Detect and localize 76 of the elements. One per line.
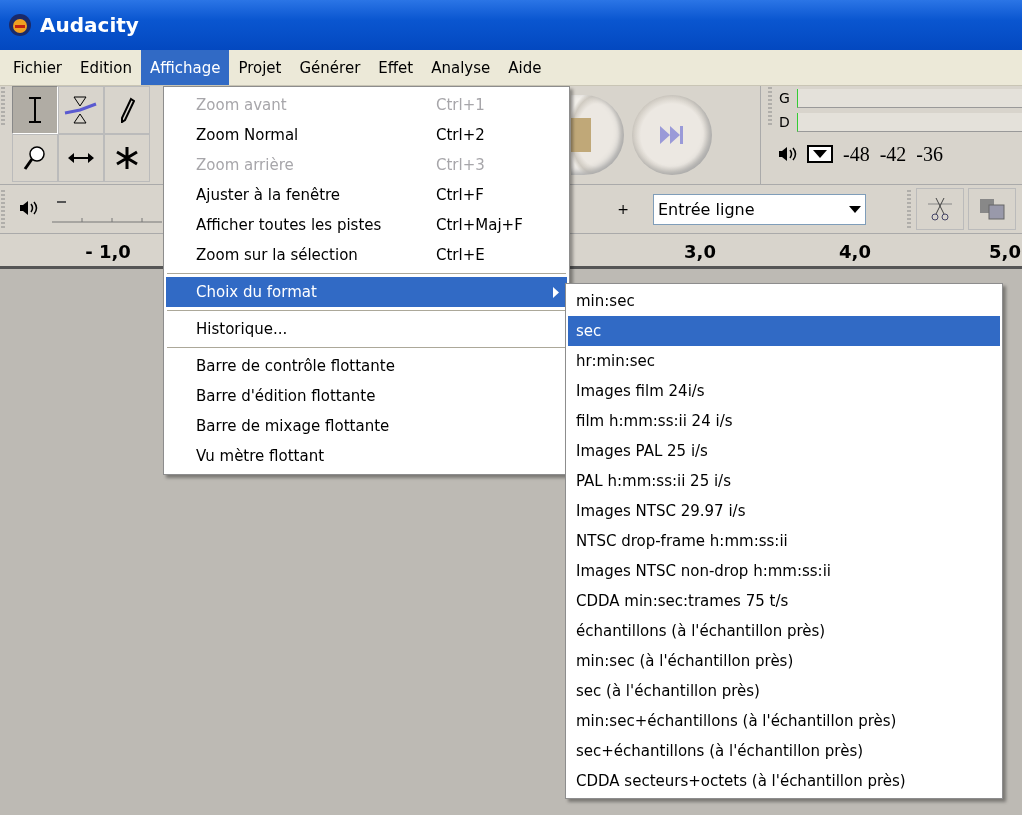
meter-tick-label: -42 bbox=[879, 142, 907, 166]
speaker-icon bbox=[20, 200, 38, 215]
menu-bar-item[interactable]: Aide bbox=[499, 50, 551, 85]
tool-button[interactable] bbox=[12, 86, 58, 134]
menu-item[interactable]: PAL h:mm:ss:ii 25 i/s bbox=[568, 466, 1000, 496]
cut-button[interactable] bbox=[916, 188, 964, 230]
menu-bar-item[interactable]: Analyse bbox=[422, 50, 500, 85]
menu-item[interactable]: min:sec+échantillons (à l'échantillon près) bbox=[568, 706, 1000, 736]
menu-item[interactable]: min:sec bbox=[568, 286, 1000, 316]
menu-item[interactable]: Barre de contrôle flottante bbox=[166, 351, 567, 381]
menu-item[interactable]: Barre de mixage flottante bbox=[166, 411, 567, 441]
stop-button[interactable] bbox=[571, 95, 624, 175]
menu-bar-item[interactable]: Projet bbox=[229, 50, 291, 85]
menu-item[interactable]: Vu mètre flottant bbox=[166, 441, 567, 471]
pencil-icon bbox=[119, 97, 135, 123]
menu-bar-item[interactable]: Edition bbox=[71, 50, 141, 85]
menu-item[interactable]: sec (à l'échantillon près) bbox=[568, 676, 1000, 706]
submenu-arrow-icon bbox=[553, 286, 559, 298]
envelope-icon bbox=[64, 95, 98, 125]
magnifier-icon bbox=[23, 145, 47, 171]
menu-item[interactable]: Ajuster à la fenêtre Ctrl+F bbox=[166, 180, 567, 210]
menu-item[interactable]: sec bbox=[568, 316, 1000, 346]
menu-item[interactable]: Zoom Normal Ctrl+2 bbox=[166, 120, 567, 150]
menu-item[interactable]: Images film 24i/s bbox=[568, 376, 1000, 406]
menu-item[interactable]: Zoom sur la sélection Ctrl+E bbox=[166, 240, 567, 270]
meter-tick-label: -36 bbox=[916, 142, 943, 166]
menu-item[interactable]: échantillons (à l'échantillon près) bbox=[568, 616, 1000, 646]
skip-end-icon bbox=[660, 126, 684, 144]
app-logo-icon bbox=[8, 13, 32, 37]
stop-icon bbox=[571, 118, 591, 152]
menu-item[interactable]: Images PAL 25 i/s bbox=[568, 436, 1000, 466]
menu-bar-item[interactable]: Générer bbox=[290, 50, 370, 85]
copy-icon bbox=[979, 198, 1005, 220]
ibeam-icon bbox=[26, 96, 44, 124]
meter-menu-button[interactable] bbox=[807, 145, 833, 163]
menu-bar-item[interactable]: Effet bbox=[369, 50, 423, 85]
meter-tick-label: -48 bbox=[843, 142, 870, 166]
menu-item[interactable]: Images NTSC 29.97 i/s bbox=[568, 496, 1000, 526]
menu-item[interactable]: min:sec (à l'échantillon près) bbox=[568, 646, 1000, 676]
ruler-label: - 1,0 bbox=[85, 241, 131, 262]
plus-label: + bbox=[616, 201, 630, 217]
menu-bar-item[interactable]: Affichage bbox=[140, 50, 230, 85]
menu-item[interactable]: hr:min:sec bbox=[568, 346, 1000, 376]
caret-icon bbox=[849, 205, 861, 213]
ruler-label: 3,0 bbox=[684, 241, 716, 262]
menu-item[interactable]: Images NTSC non-drop h:mm:ss:ii bbox=[568, 556, 1000, 586]
menu-bar-item[interactable]: Fichier bbox=[4, 50, 72, 85]
menu-item[interactable]: film h:mm:ss:ii 24 i/s bbox=[568, 406, 1000, 436]
scissors-icon bbox=[928, 196, 952, 222]
menu-item[interactable]: CDDA secteurs+octets (à l'échantillon près) bbox=[568, 766, 1000, 796]
menu-item[interactable]: Choix du format bbox=[166, 277, 567, 307]
menu-item[interactable]: Barre d'édition flottante bbox=[166, 381, 567, 411]
double-arrow-icon bbox=[68, 152, 94, 164]
grip-icon[interactable] bbox=[767, 86, 773, 126]
window-title: Audacity bbox=[40, 13, 139, 37]
tool-button[interactable] bbox=[104, 86, 150, 134]
speaker-icon bbox=[779, 147, 797, 161]
ruler-label: 5,0 bbox=[989, 241, 1021, 262]
menu-item[interactable]: CDDA min:sec:trames 75 t/s bbox=[568, 586, 1000, 616]
ruler-label: 4,0 bbox=[839, 241, 871, 262]
meter-channel-label: G bbox=[779, 90, 791, 106]
menu-item[interactable]: Afficher toutes les pistes Ctrl+Maj+F bbox=[166, 210, 567, 240]
copy-button[interactable] bbox=[968, 188, 1016, 230]
grip-icon[interactable] bbox=[0, 189, 6, 229]
grip-icon[interactable] bbox=[0, 86, 6, 126]
asterisk-icon bbox=[115, 146, 139, 170]
input-source-dropdown[interactable]: Entrée ligne bbox=[653, 193, 866, 225]
grip-icon[interactable] bbox=[906, 189, 912, 229]
menu-item[interactable]: NTSC drop-frame h:mm:ss:ii bbox=[568, 526, 1000, 556]
tool-button[interactable] bbox=[12, 134, 58, 182]
caret-icon bbox=[813, 150, 827, 158]
menu-item[interactable]: sec+échantillons (à l'échantillon près) bbox=[568, 736, 1000, 766]
tool-button[interactable] bbox=[104, 134, 150, 182]
meter-channel-label: D bbox=[779, 114, 791, 130]
tool-button[interactable] bbox=[58, 134, 104, 182]
menu-item[interactable]: Historique... bbox=[166, 314, 567, 344]
